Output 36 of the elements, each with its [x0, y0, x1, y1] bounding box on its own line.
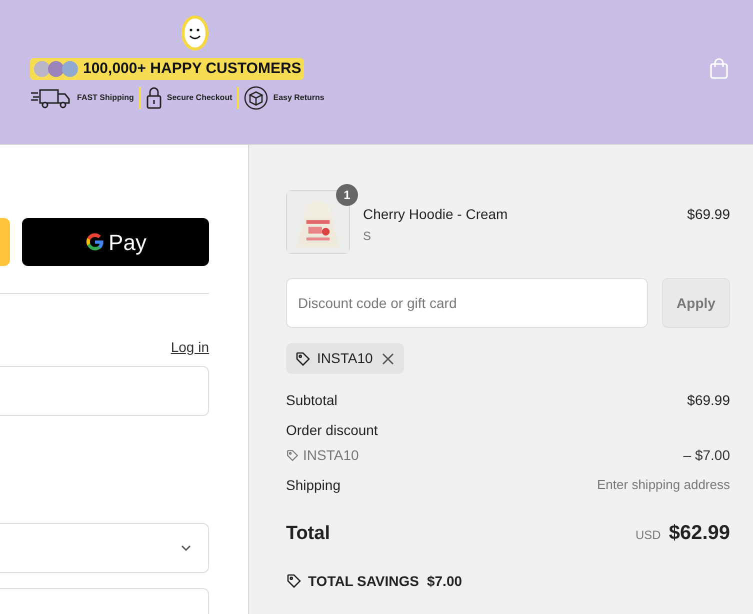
- feature-label: Secure Checkout: [166, 92, 232, 104]
- quantity-badge: 1: [336, 184, 358, 206]
- customers-headline: 100,000+ HAPPY CUSTOMERS: [83, 58, 302, 79]
- close-icon[interactable]: [380, 352, 395, 366]
- discount-amount: – $7.00: [683, 446, 730, 465]
- discount-code: INSTA10: [303, 446, 359, 465]
- padlock-icon: [146, 86, 162, 110]
- tag-icon: [295, 350, 311, 366]
- login-link[interactable]: Log in: [170, 337, 209, 358]
- product-variant: S: [363, 228, 372, 245]
- feature-label: FAST Shipping: [77, 92, 134, 104]
- summary-label: Shipping: [286, 476, 340, 495]
- discount-code: INSTA10: [317, 349, 373, 368]
- savings-label: TOTAL SAVINGS: [308, 572, 419, 590]
- total-label: Total: [286, 522, 330, 546]
- summary-label: Order discount: [286, 421, 379, 440]
- summary-label: Subtotal: [286, 391, 338, 410]
- discount-field[interactable]: Discount code or gift card: [286, 278, 648, 328]
- shopping-bag-icon[interactable]: [709, 58, 729, 80]
- tag-icon: [286, 573, 302, 589]
- smiley-logo: [181, 15, 209, 51]
- google-g-logo: [84, 232, 105, 252]
- google-pay-button[interactable]: Pay: [22, 218, 209, 266]
- summary-value: Enter shipping address: [597, 476, 730, 494]
- truck-icon: [30, 87, 72, 109]
- box-return-icon: [244, 86, 268, 110]
- savings-amount: $7.00: [426, 572, 462, 590]
- product-price: $69.99: [687, 205, 730, 224]
- currency-code: USD: [635, 527, 661, 544]
- feature-label: Easy Returns: [273, 92, 324, 104]
- tag-icon: [286, 449, 299, 462]
- summary-value: $69.99: [687, 391, 730, 410]
- customer-avatars: [33, 60, 79, 78]
- product-name: Cherry Hoodie - Cream: [363, 205, 509, 224]
- apply-button[interactable]: Apply: [662, 278, 730, 328]
- total-amount: $62.99: [668, 521, 730, 546]
